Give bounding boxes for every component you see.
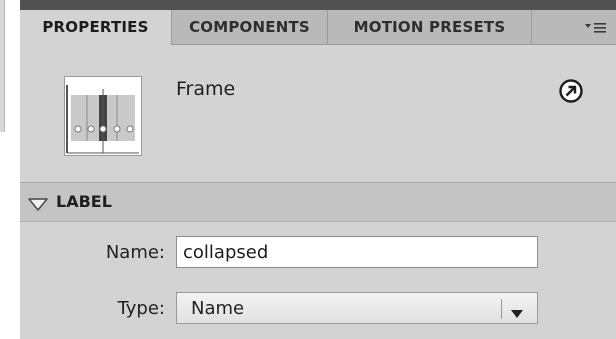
type-field-label: Type: [117, 298, 165, 319]
adjacent-panel-edge [0, 0, 5, 132]
type-selected-value: Name [191, 298, 245, 319]
frame-timeline-icon [64, 76, 142, 156]
section-title: LABEL [56, 192, 112, 211]
instance-title: Frame [176, 78, 236, 100]
panel-options-menu-icon[interactable] [576, 10, 616, 44]
name-field-label: Name: [105, 242, 165, 263]
arrow-circle-icon[interactable] [558, 78, 584, 108]
name-field[interactable] [176, 236, 538, 268]
tab-bar: PROPERTIES COMPONENTS MOTION PRESETS [20, 10, 616, 45]
label-section-header[interactable]: LABEL [20, 183, 616, 222]
panel-top-border [20, 0, 616, 10]
expand-triangle-icon[interactable] [28, 196, 48, 215]
dropdown-divider [501, 299, 502, 319]
chevron-down-icon[interactable] [510, 304, 524, 323]
tab-motion-presets[interactable]: MOTION PRESETS [328, 10, 532, 44]
tab-properties[interactable]: PROPERTIES [20, 10, 172, 45]
tab-components[interactable]: COMPONENTS [172, 10, 328, 44]
type-dropdown[interactable]: Name [176, 292, 538, 324]
properties-panel: PROPERTIES COMPONENTS MOTION PRESETS Fra… [20, 0, 616, 339]
